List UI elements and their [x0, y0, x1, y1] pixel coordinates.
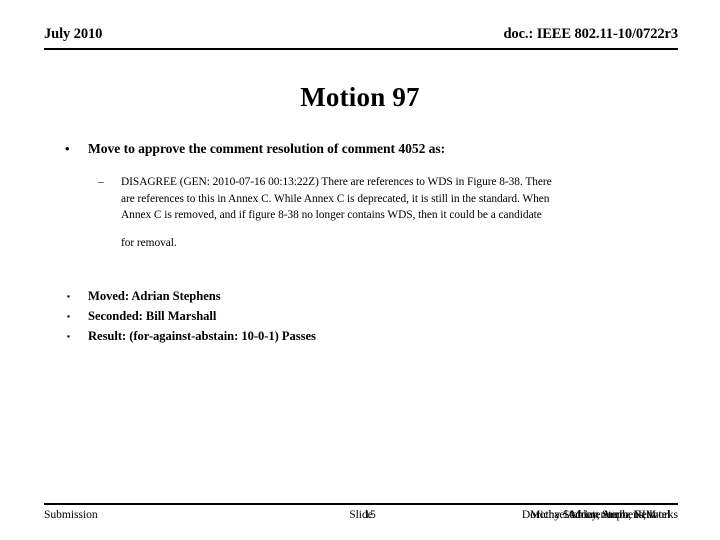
footer-slide-number-value: 15: [364, 508, 376, 521]
footer-author-overlay-2: Adrian Stephens, Intel: [567, 508, 670, 521]
bullet-dot-icon: •: [65, 141, 70, 156]
header-date: July 2010: [44, 26, 103, 42]
vote-item-result: ▪ Result: (for-against-abstain: 10-0-1) …: [44, 327, 678, 347]
vote-item-moved: ▪ Moved: Adrian Stephens: [44, 287, 678, 307]
resolution-line-1: DISAGREE (GEN: 2010-07-16 00:13:22Z) The…: [121, 176, 552, 188]
vote-item-result-text: Result: (for-against-abstain: 10-0-1) Pa…: [88, 328, 316, 343]
footer-divider: [44, 503, 678, 505]
page-title: Motion 97: [300, 82, 420, 112]
vote-item-seconded: ▪ Seconded: Bill Marshall: [44, 307, 678, 327]
vote-item-seconded-text: Seconded: Bill Marshall: [88, 308, 217, 323]
footer-author: Dorothy Stanley, Aruba Networks Dorothy …: [522, 508, 678, 521]
body-spacer-2: [44, 251, 678, 287]
slide-footer: Submission Slide 15 Dorothy Stanley, Aru…: [44, 508, 678, 528]
vote-item-moved-text: Moved: Adrian Stephens: [88, 289, 221, 304]
resolution-line-2: are references to this in Annex C. While…: [121, 192, 550, 205]
bullet-square-icon: ▪: [67, 291, 70, 302]
header-divider: [44, 48, 678, 50]
slide-body: • Move to approve the comment resolution…: [44, 140, 678, 346]
motion-bullet: • Move to approve the comment resolution…: [44, 140, 678, 158]
resolution-line-4: for removal.: [121, 236, 177, 249]
resolution-bullet: – DISAGREE (GEN: 2010-07-16 00:13:22Z) T…: [44, 174, 678, 251]
slide-header: July 2010 doc.: IEEE 802.11-10/0722r3: [44, 26, 678, 48]
bullet-square-icon: ▪: [67, 310, 70, 321]
motion-bullet-text: Move to approve the comment resolution o…: [88, 141, 446, 156]
slide-canvas: July 2010 doc.: IEEE 802.11-10/0722r3 Mo…: [0, 0, 720, 540]
bullet-dash-icon: –: [98, 176, 104, 188]
bullet-square-icon: ▪: [67, 330, 70, 341]
header-doc-number: doc.: IEEE 802.11-10/0722r3: [503, 26, 678, 42]
resolution-line-3: Annex C is removed, and if figure 8-38 n…: [121, 209, 542, 222]
